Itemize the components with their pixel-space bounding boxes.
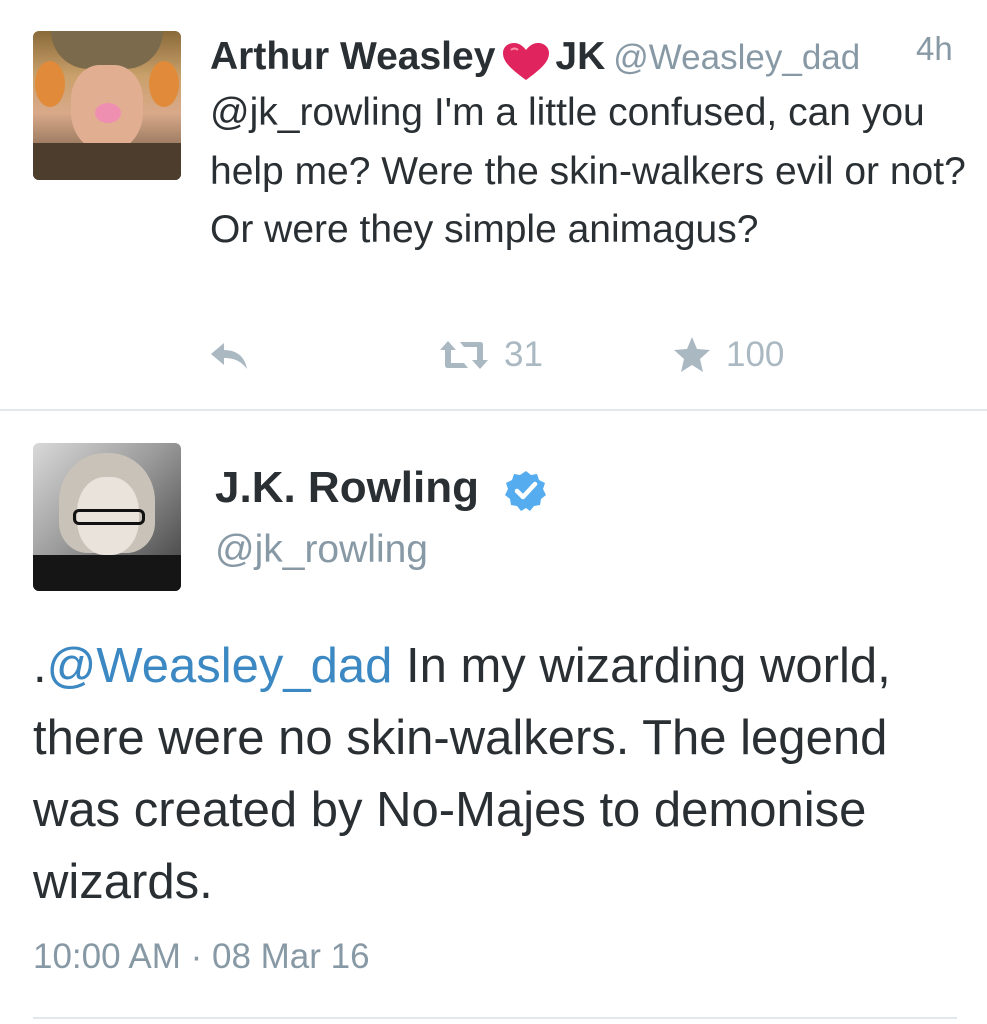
tweet-header: Arthur Weasley JK @Weasley_dad [210, 32, 860, 82]
heart-icon [503, 42, 550, 80]
retweet-button[interactable]: 31 [438, 330, 543, 380]
user-handle[interactable]: @Weasley_dad [613, 38, 860, 77]
tweet-divider [0, 409, 987, 411]
tweet-text: .@Weasley_dad In my wizarding world, the… [33, 630, 963, 918]
avatar-arthur-weasley[interactable] [33, 31, 181, 180]
reply-button[interactable] [208, 330, 250, 380]
avatar-detail [35, 61, 65, 107]
tweet-time[interactable]: 4h [916, 30, 953, 68]
avatar-detail [95, 103, 121, 123]
user-handle[interactable]: @jk_rowling [215, 528, 428, 572]
mention-link[interactable]: @Weasley_dad [47, 639, 393, 693]
avatar-jk-rowling[interactable] [33, 443, 181, 591]
display-name[interactable]: J.K. Rowling [215, 463, 479, 513]
retweet-count: 31 [504, 335, 543, 374]
text-prefix: . [33, 639, 47, 693]
tweet-text: @jk_rowling I'm a little confused, can y… [210, 91, 966, 251]
avatar-detail [73, 509, 145, 525]
avatar-detail [149, 61, 179, 107]
reply-icon [211, 343, 247, 369]
star-icon [674, 337, 710, 372]
display-name[interactable]: Arthur Weasley [210, 35, 495, 78]
display-name-suffix[interactable]: JK [555, 35, 605, 78]
tweet-divider [33, 1017, 957, 1019]
verified-icon [505, 471, 546, 511]
favorite-count: 100 [726, 335, 785, 374]
favorite-button[interactable]: 100 [672, 330, 784, 380]
avatar-detail [33, 143, 181, 180]
retweet-icon [440, 341, 488, 369]
tweet-weasley[interactable]: Arthur Weasley JK @Weasley_dad 4h @jk_row… [0, 0, 987, 409]
avatar-detail [51, 31, 163, 69]
avatar-detail [33, 555, 181, 591]
tweet-timestamp[interactable]: 10:00 AM · 08 Mar 16 [33, 937, 370, 977]
